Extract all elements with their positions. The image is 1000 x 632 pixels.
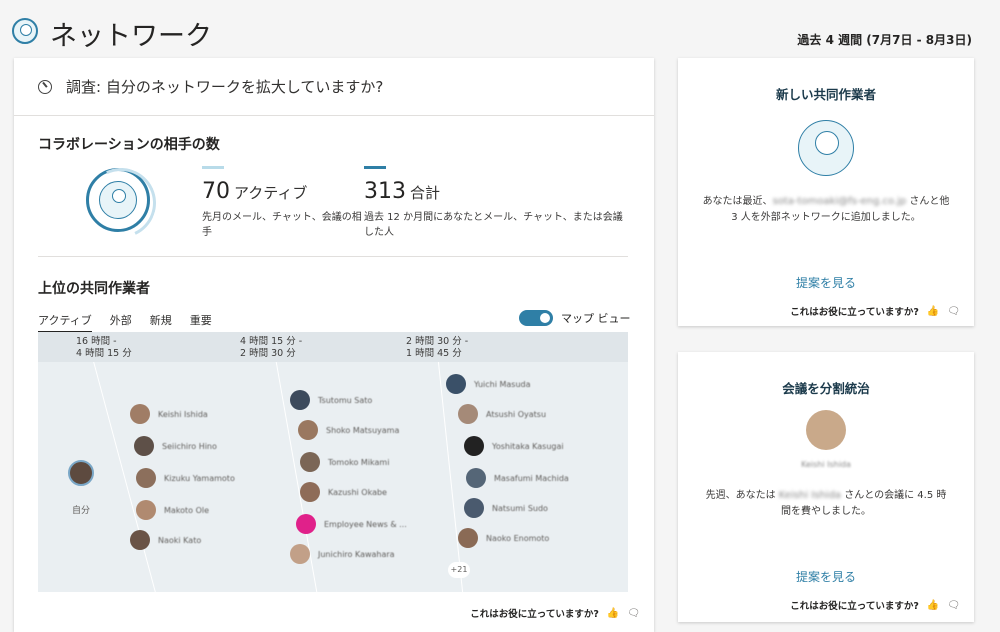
feedback-text: これはお役に立っていますか? [470, 609, 599, 620]
view-suggestions-link[interactable]: 提案を見る [678, 274, 974, 291]
thumbs-up-icon[interactable]: 👍 [927, 600, 939, 611]
me-label: 自分 [72, 506, 91, 516]
compass-icon [38, 79, 52, 94]
collaborator-node[interactable]: Employee News & ... [296, 514, 407, 534]
total-desc: 過去 12 か月間にあなたとメール、チャット、または会議した人 [364, 212, 623, 238]
collaborator-node[interactable]: Keishi Ishida [130, 404, 208, 424]
view-suggestions-link[interactable]: 提案を見る [678, 568, 974, 585]
total-label: 合計 [410, 184, 441, 202]
collaborator-node[interactable]: Natsumi Sudo [464, 498, 548, 518]
date-range: 過去 4 週間 (7月7日 - 8月3日) [797, 33, 972, 47]
person-illustration-icon [798, 120, 854, 176]
column-header-3: 2 時間 30 分 -1 時間 45 分 [406, 336, 469, 359]
active-stat: 70 アクティブ 先月のメール、チャット、会議の相手 [202, 166, 362, 240]
total-number: 313 [364, 179, 406, 204]
comment-icon[interactable]: 🗨 [627, 608, 640, 619]
column-header-2: 4 時間 15 分 -2 時間 30 分 [240, 336, 303, 359]
active-number: 70 [202, 179, 230, 204]
card-title: 会議を分割統治 [782, 381, 870, 396]
map-view-label: マップ ビュー [561, 312, 631, 325]
collaborator-node[interactable]: Makoto Ole [136, 500, 209, 520]
card-description: 先週、あなたは Keishi Ishida さんとの会議に 4.5 時間を費やし… [705, 490, 947, 517]
total-stat: 313 合計 過去 12 か月間にあなたとメール、チャット、または会議した人 [364, 166, 624, 240]
network-main-card: 調査: 自分のネットワークを拡大していますか? コラボレーションの相手の数 70… [14, 58, 654, 632]
tab-important[interactable]: 重要 [190, 312, 212, 333]
collaborator-node[interactable]: Seiichiro Hino [134, 436, 217, 456]
feedback-card1: これはお役に立っていますか? 👍 🗨 [790, 304, 960, 319]
collaborators-donut [86, 168, 150, 232]
collaborator-photo [806, 410, 846, 450]
active-label: アクティブ [234, 184, 308, 202]
survey-text: 調査: 自分のネットワークを拡大していますか? [66, 78, 384, 96]
collaborator-node[interactable]: Shoko Matsuyama [298, 420, 399, 440]
column-header-1: 16 時間 -4 時間 15 分 [76, 336, 132, 359]
active-bar [202, 166, 224, 169]
collaborator-photo-name: Keishi Ishida [801, 460, 851, 469]
feedback-card2: これはお役に立っていますか? 👍 🗨 [790, 598, 960, 613]
feedback-main: これはお役に立っていますか? 👍 🗨 [470, 606, 640, 621]
collaborator-tabs: アクティブ 外部 新規 重要 [38, 312, 212, 333]
network-logo-icon [12, 18, 38, 44]
divider [38, 256, 628, 257]
tab-active[interactable]: アクティブ [38, 312, 92, 333]
divide-meetings-card: 会議を分割統治 Keishi Ishida 先週、あなたは Keishi Ish… [678, 352, 974, 622]
survey-banner[interactable]: 調査: 自分のネットワークを拡大していますか? [14, 58, 654, 116]
collaborator-node[interactable]: Atsushi Oyatsu [458, 404, 546, 424]
map-view-toggle[interactable]: マップ ビュー [519, 310, 631, 326]
collaborator-node[interactable]: Junichiro Kawahara [290, 544, 395, 564]
tab-external[interactable]: 外部 [110, 312, 132, 333]
collaborator-node[interactable]: Yuichi Masuda [446, 374, 531, 394]
page-header: ネットワーク 過去 4 週間 (7月7日 - 8月3日) [0, 0, 1000, 60]
collaborator-node[interactable]: Masafumi Machida [466, 468, 569, 488]
person-icon [99, 181, 137, 219]
top-collaborators-title: 上位の共同作業者 [38, 281, 150, 297]
new-collaborators-card: 新しい共同作業者 あなたは最近、sota-tomoaki@fs-eng.co.j… [678, 58, 974, 326]
toggle-switch[interactable] [519, 310, 553, 326]
comment-icon[interactable]: 🗨 [947, 600, 960, 611]
me-avatar[interactable] [68, 460, 94, 486]
page-title: ネットワーク [50, 21, 212, 52]
thumbs-up-icon[interactable]: 👍 [607, 608, 619, 619]
card-description: あなたは最近、sota-tomoaki@fs-eng.co.jp さんと他 3 … [702, 196, 950, 223]
total-bar [364, 166, 386, 169]
card-title: 新しい共同作業者 [775, 87, 876, 102]
orbit-line [437, 362, 464, 592]
active-desc: 先月のメール、チャット、会議の相手 [202, 212, 362, 238]
tab-new[interactable]: 新規 [150, 312, 172, 333]
collaborator-node[interactable]: Tomoko Mikami [300, 452, 389, 472]
collaborators-title: コラボレーションの相手の数 [38, 137, 220, 153]
collaborator-node[interactable]: Yoshitaka Kasugai [464, 436, 564, 456]
collaborator-node[interactable]: Kizuku Yamamoto [136, 468, 235, 488]
thumbs-up-icon[interactable]: 👍 [927, 306, 939, 317]
feedback-text: これはお役に立っていますか? [790, 601, 919, 612]
comment-icon[interactable]: 🗨 [947, 306, 960, 317]
collaborator-node[interactable]: Tsutomu Sato [290, 390, 372, 410]
collaborator-node[interactable]: Naoki Kato [130, 530, 201, 550]
collaborator-node[interactable]: Kazushi Okabe [300, 482, 387, 502]
more-collaborators-badge[interactable]: +21 [448, 562, 470, 578]
feedback-text: これはお役に立っていますか? [790, 307, 919, 318]
collaborator-map: 16 時間 -4 時間 15 分 4 時間 15 分 -2 時間 30 分 2 … [38, 332, 628, 592]
collaborator-node[interactable]: Naoko Enomoto [458, 528, 549, 548]
